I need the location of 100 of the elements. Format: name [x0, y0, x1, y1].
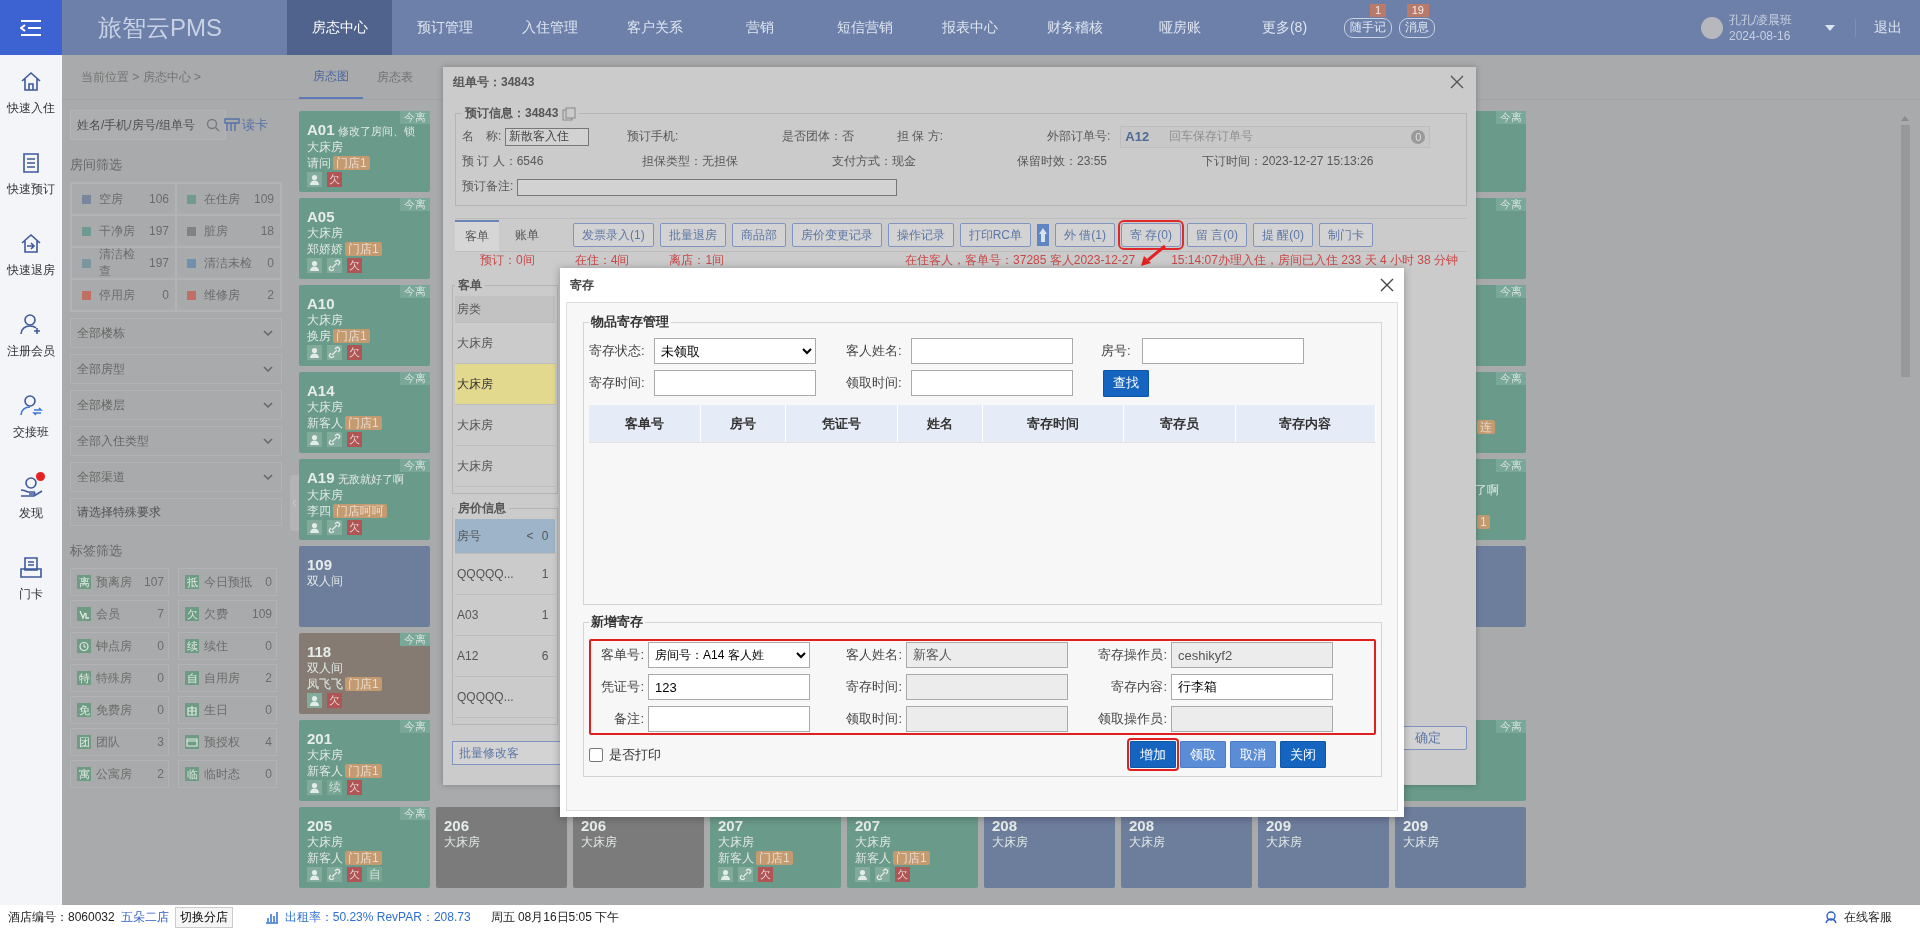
room-type: 大床房 — [307, 225, 344, 241]
room-number: A14 — [307, 383, 335, 399]
guest-name: 郑娇娇 — [307, 242, 343, 256]
store-tag: 门店1 — [345, 677, 382, 691]
store-tag: 门店1 — [333, 156, 370, 170]
status-badge: 今离 — [1496, 198, 1526, 211]
tag-glyph: 特 — [77, 671, 91, 685]
status-badge: 今离 — [1496, 285, 1526, 298]
column-header: 客单号 — [589, 405, 701, 442]
dialog-title: 寄存 — [570, 276, 594, 294]
status-badge: 今离 — [1496, 111, 1526, 124]
status-badge: 今离 — [400, 372, 430, 385]
room-type: 大床房 — [307, 399, 344, 415]
column-header: 房号 — [455, 519, 525, 554]
field-label: 领取操作员: — [1097, 710, 1168, 728]
guest-name: 新客人 — [307, 416, 343, 430]
hotel-code: 酒店编号：8060032 — [8, 908, 115, 926]
guest-name: 凤飞飞 — [307, 677, 343, 691]
table-cell: 1 — [541, 567, 549, 581]
table-cell: 6 — [541, 649, 549, 663]
debt-tag: 欠 — [327, 172, 342, 187]
room-number: 205 — [307, 818, 333, 834]
info-text: 是否团体：否 — [782, 128, 854, 145]
info-text: 支付方式：现金 — [832, 153, 916, 170]
table-cell: A12 — [455, 635, 525, 677]
table-cell: A03 — [455, 594, 525, 636]
field-label: 寄存状态: — [589, 342, 646, 360]
guest-info: 在住客人，客单号：37285 客人2023-12-27 — [905, 254, 1136, 267]
table-cell: QQQQQ... — [455, 676, 525, 718]
store-tag: 门店1 — [345, 851, 382, 865]
status-badge: 今离 — [1496, 372, 1526, 385]
field-label: 寄存操作员: — [1097, 646, 1168, 664]
store-tag: 门店1 — [893, 851, 930, 865]
room-number: 209 — [1266, 818, 1292, 834]
table-cell: QQQQQ... — [455, 553, 525, 595]
guest-name: 换房 — [307, 329, 331, 343]
field-label: 名 称: — [462, 128, 502, 145]
room-type: 大床房 — [855, 834, 892, 850]
room-number: 207 — [718, 818, 744, 834]
section-title: 新增寄存 — [590, 613, 644, 631]
room-number: A19 — [307, 470, 335, 486]
room-note: 修改了房间、锁 — [337, 124, 415, 139]
room-type: 大床房 — [1403, 834, 1440, 850]
room-type: 大床房 — [307, 834, 344, 850]
room-number: A05 — [307, 209, 335, 225]
field-label: 房号: — [1101, 342, 1132, 360]
guest-name: 新客人 — [855, 851, 891, 865]
info-text: 担 保 方: — [897, 128, 943, 145]
count-badge: 1 — [1369, 3, 1386, 17]
status-badge: 今离 — [400, 459, 430, 472]
field-label: 客人姓名: — [846, 342, 903, 360]
info-text: 预订手机: — [627, 128, 679, 145]
debt-tag: 欠 — [347, 345, 362, 360]
status-badge: 今离 — [400, 807, 430, 820]
user-name: 孔孔/凌晨班 — [1729, 12, 1794, 29]
tag-glyph: 续 — [185, 639, 199, 653]
info-text: 保留时效：23:55 — [1017, 153, 1108, 170]
store-tag: 连 — [1477, 420, 1495, 434]
store-tag: 门店呵呵 — [333, 504, 387, 518]
info-text: 预 订 人：6546 — [462, 153, 544, 170]
room-number: 209 — [1403, 818, 1429, 834]
checkbox-label: 是否打印 — [609, 745, 661, 764]
room-number: 208 — [992, 818, 1018, 834]
store-tag: 1 — [1477, 515, 1490, 529]
tag-glyph: 临 — [185, 767, 199, 781]
field-label: 客人姓名: — [845, 646, 903, 664]
field-label: 外部订单号: — [1047, 128, 1111, 145]
tag-glyph: 自 — [185, 671, 199, 685]
status-badge: 今离 — [400, 720, 430, 733]
store-tag: 门店1 — [756, 851, 793, 865]
status-badge: 今离 — [400, 633, 430, 646]
room-type: 大床房 — [444, 834, 481, 850]
field-label: 备注: — [613, 710, 645, 728]
guest-name: 新客人 — [307, 764, 343, 778]
section-title: 客单 — [458, 277, 482, 294]
info-text: 担保类型：无担保 — [642, 153, 738, 170]
guest-name: 新客人 — [307, 851, 343, 865]
room-type: 大床房 — [1129, 834, 1166, 850]
guest-name: 李四 — [307, 504, 331, 518]
field-label: 领取时间: — [845, 710, 903, 728]
app-logo: 旅智云PMS — [97, 12, 223, 43]
debt-tag: 欠 — [327, 693, 342, 708]
store-tag: 门店1 — [345, 416, 382, 430]
status-badge: 今离 — [1496, 720, 1526, 733]
room-number: 118 — [307, 644, 332, 660]
status-badge: 今离 — [400, 111, 430, 124]
column-header: 房类 — [455, 296, 555, 323]
room-type: 大床房 — [307, 312, 344, 328]
room-type: 大床房 — [307, 139, 344, 155]
room-number: 208 — [1129, 818, 1155, 834]
status-badge: 今离 — [1496, 459, 1526, 472]
room-type: 双人间 — [307, 660, 344, 676]
date-time: 周五 08月16日5:05 下午 — [490, 908, 620, 926]
tag-glyph: 离 — [77, 575, 91, 589]
store-tag: 门店1 — [345, 242, 382, 256]
room-number: A10 — [307, 296, 335, 312]
tag-glyph: 欠 — [185, 607, 199, 621]
room-number: 201 — [307, 731, 333, 747]
room-number: A01 — [307, 122, 335, 138]
field-label: 寄存时间: — [845, 678, 903, 696]
